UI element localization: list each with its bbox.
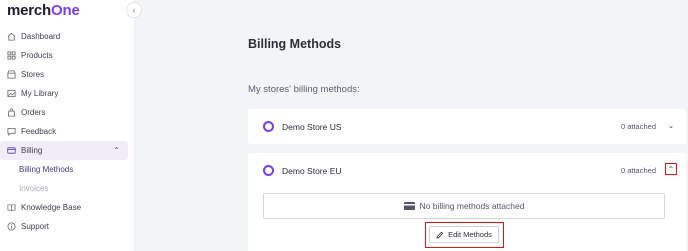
sidebar-item-label: Feedback — [21, 127, 57, 136]
sidebar-subitem-billing-methods[interactable]: Billing Methods — [0, 160, 135, 179]
chevron-left-icon[interactable]: ‹ — [126, 2, 142, 18]
sidebar-item-billing[interactable]: Billing ⌃ — [0, 141, 128, 160]
sidebar-item-label: Orders — [21, 108, 46, 117]
edit-methods-label: Edit Methods — [448, 230, 492, 239]
grid-icon — [7, 51, 16, 60]
chat-icon — [7, 127, 16, 136]
sidebar-nav: Dashboard Products Stores My Library Ord… — [0, 27, 135, 236]
sidebar-item-label: Products — [21, 51, 53, 60]
store-status-icon — [263, 121, 274, 132]
image-icon — [7, 89, 16, 98]
empty-billing-methods: No billing methods attached — [263, 193, 665, 219]
sidebar-item-support[interactable]: Support — [0, 217, 135, 236]
chevron-up-icon[interactable]: ⌃ — [665, 163, 677, 175]
pencil-icon — [436, 231, 444, 239]
store-name: Demo Store US — [282, 122, 342, 132]
sidebar-item-dashboard[interactable]: Dashboard — [0, 27, 135, 46]
main-content: Billing Methods My stores' billing metho… — [135, 0, 688, 251]
sidebar-item-my-library[interactable]: My Library — [0, 84, 135, 103]
sidebar-item-orders[interactable]: Orders — [0, 103, 135, 122]
info-icon — [7, 222, 16, 231]
edit-methods-button[interactable]: Edit Methods — [429, 226, 499, 243]
sidebar-item-label: Billing — [21, 146, 43, 155]
empty-message: No billing methods attached — [419, 201, 525, 211]
sidebar-item-label: Dashboard — [21, 32, 61, 41]
sidebar-subitem-invoices[interactable]: Invoices — [0, 179, 135, 198]
section-label: My stores' billing methods: — [248, 84, 360, 95]
attached-count: 0 attached — [620, 166, 656, 175]
brand-logo[interactable]: merchOne — [7, 2, 80, 19]
attached-count: 0 attached — [620, 122, 656, 131]
sidebar: merchOne Dashboard Products Stores My Li… — [0, 0, 135, 251]
credit-card-icon — [7, 146, 16, 155]
store-status-icon — [263, 165, 274, 176]
sidebar-item-stores[interactable]: Stores — [0, 65, 135, 84]
sidebar-item-label: Knowledge Base — [21, 203, 82, 212]
store-icon — [7, 70, 16, 79]
sidebar-item-knowledge-base[interactable]: Knowledge Base — [0, 198, 135, 217]
credit-card-icon — [403, 202, 415, 210]
bag-icon — [7, 108, 16, 117]
store-name: Demo Store EU — [282, 166, 342, 176]
chevron-up-icon[interactable]: ⌃ — [113, 146, 120, 155]
home-icon — [7, 32, 16, 41]
store-card-eu: Demo Store EU 0 attached ⌃ No billing me… — [248, 153, 686, 251]
sidebar-item-label: My Library — [21, 89, 59, 98]
store-card-us[interactable]: Demo Store US 0 attached ⌄ — [248, 109, 686, 144]
sidebar-item-label: Support — [21, 222, 50, 231]
page-title: Billing Methods — [248, 37, 342, 51]
chevron-down-icon[interactable]: ⌄ — [665, 119, 677, 131]
edit-methods-highlight: Edit Methods — [425, 222, 504, 248]
sidebar-item-label: Stores — [21, 70, 45, 79]
sidebar-item-feedback[interactable]: Feedback — [0, 122, 135, 141]
book-icon — [7, 203, 16, 212]
sidebar-item-products[interactable]: Products — [0, 46, 135, 65]
